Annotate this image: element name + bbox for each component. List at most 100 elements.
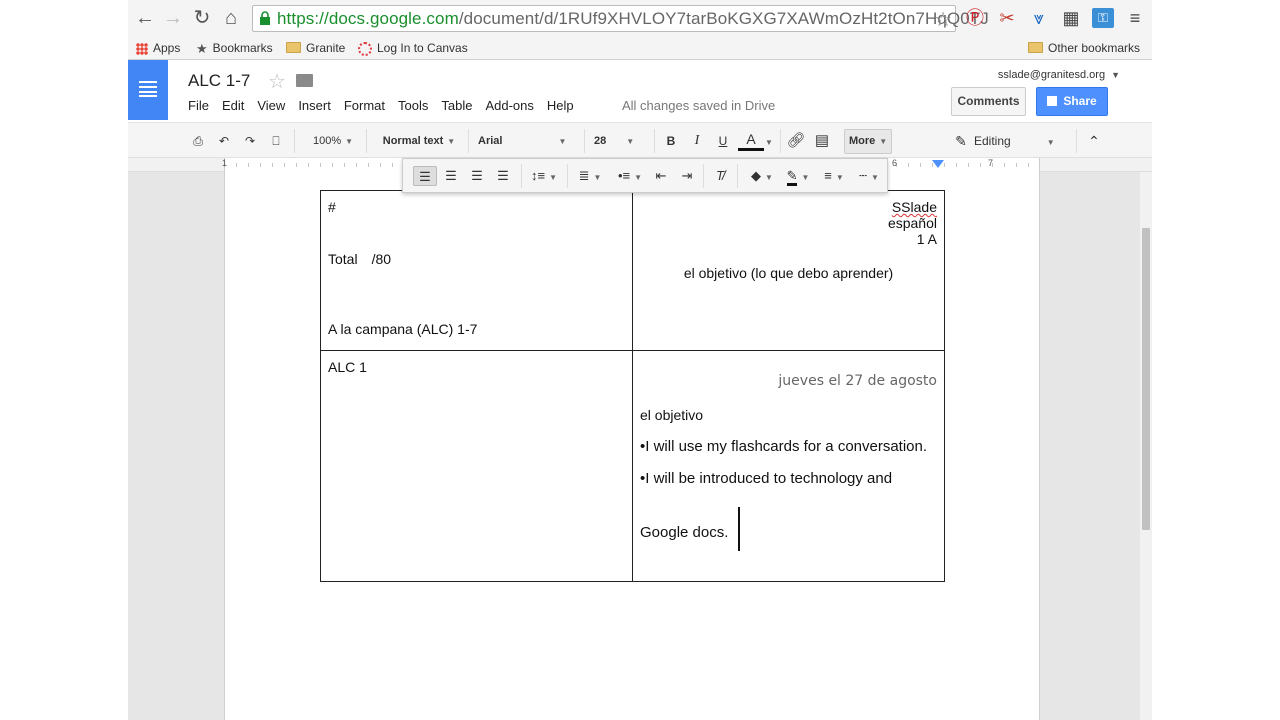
paint-format-icon[interactable]: ⎕ (266, 131, 286, 151)
bold-button[interactable]: B (662, 131, 680, 151)
other-bookmarks[interactable]: Other bookmarks (1028, 39, 1140, 57)
clear-formatting-icon[interactable]: T̸ (709, 166, 731, 186)
objective-label: el objetivo (640, 407, 704, 423)
underline-button[interactable]: U (714, 131, 732, 151)
menu-table[interactable]: Table (441, 98, 472, 113)
share-button[interactable]: Share (1036, 87, 1108, 116)
italic-button[interactable]: I (688, 131, 706, 151)
bulleted-list-icon[interactable]: •≡ ▼ (613, 166, 647, 186)
star-icon[interactable]: ☆ (268, 69, 286, 94)
menu-format[interactable]: Format (344, 98, 385, 113)
table-row: # Total/80 A la campana (ALC) 1-7 SSlade… (320, 190, 945, 351)
align-justify-icon[interactable]: ☰ (493, 166, 513, 186)
pencil-icon[interactable]: ✎ (954, 131, 968, 151)
back-arrow-icon[interactable]: ← (134, 7, 156, 29)
key-icon[interactable]: ⚿ (1092, 8, 1114, 28)
line-spacing-icon[interactable]: ↕≡ ▼ (527, 166, 561, 186)
caret-down-icon[interactable]: ▼ (764, 131, 774, 151)
toolbar-divider (468, 129, 469, 153)
border-dash-icon[interactable]: ┄ ▼ (853, 166, 885, 186)
print-icon[interactable]: ⎙ (188, 131, 208, 151)
editing-mode-select[interactable]: Editing ▼ (974, 131, 1074, 151)
folder-icon[interactable] (296, 74, 313, 87)
toolbar-divider (584, 129, 585, 153)
docs-home-logo[interactable] (128, 60, 168, 120)
forward-arrow-icon[interactable]: → (162, 7, 184, 29)
menu-file[interactable]: File (188, 98, 209, 113)
reload-icon[interactable]: ↻ (191, 7, 213, 29)
font-size-select[interactable]: 28 ▼ (594, 131, 648, 151)
bullet-2-continuation: Google docs. (640, 507, 937, 551)
more-button[interactable]: More ▼ (844, 129, 892, 154)
align-center-icon[interactable]: ☰ (441, 166, 461, 186)
url-text: https://docs.google.com/document/d/1RUf9… (277, 9, 989, 28)
vertical-scrollbar[interactable] (1140, 172, 1152, 720)
toolbar-divider (780, 129, 781, 153)
pinterest-icon[interactable]: Ⓟ (964, 8, 986, 28)
undo-icon[interactable]: ↶ (214, 131, 234, 151)
menu-insert[interactable]: Insert (298, 98, 331, 113)
bookmark-apps[interactable]: Apps (136, 39, 180, 57)
extension-y-icon[interactable]: ⩔ (1028, 8, 1050, 28)
bookmark-canvas[interactable]: Log In to Canvas (358, 39, 468, 57)
screen: ← → ↻ ⌂ https://docs.google.com/document… (0, 0, 1280, 720)
bookmark-granite[interactable]: Granite (286, 39, 345, 57)
canvas-icon (358, 41, 372, 56)
fill-color-icon[interactable]: ◆ ▼ (745, 166, 779, 186)
menu-help[interactable]: Help (547, 98, 574, 113)
menu-edit[interactable]: Edit (222, 98, 244, 113)
comments-button[interactable]: Comments (951, 87, 1026, 116)
text-color-button[interactable]: A (738, 131, 764, 151)
toolbar-divider (737, 164, 738, 188)
menu-bar: File Edit View Insert Format Tools Table… (188, 98, 587, 113)
home-icon[interactable]: ⌂ (220, 7, 242, 29)
bookmark-bookmarks[interactable]: ★ Bookmarks (196, 39, 273, 57)
toolbar-divider (521, 164, 522, 188)
table-cell[interactable]: ALC 1 (320, 350, 633, 582)
film-icon[interactable]: ▦ (1060, 8, 1082, 28)
style-select[interactable]: Normal text ▼ (374, 131, 464, 151)
redo-icon[interactable]: ↷ (240, 131, 260, 151)
menu-tools[interactable]: Tools (398, 98, 428, 113)
indent-marker-icon[interactable] (932, 160, 944, 168)
text-cursor (738, 507, 741, 551)
increase-indent-icon[interactable]: ⇥ (677, 166, 697, 186)
document-title[interactable]: ALC 1-7 (188, 71, 250, 91)
numbered-list-icon[interactable]: ≣ ▼ (573, 166, 607, 186)
zoom-select[interactable]: 100% ▼ (304, 131, 362, 151)
browser-window: ← → ↻ ⌂ https://docs.google.com/document… (128, 0, 1152, 720)
objective-header: el objetivo (lo que debo aprender) (683, 265, 894, 281)
align-left-icon[interactable]: ☰ (413, 166, 437, 186)
bookmark-star-icon[interactable]: ☆ (934, 7, 952, 32)
scissors-icon[interactable]: ✂ (996, 8, 1018, 28)
subject-text: español (887, 215, 937, 231)
caret-down-icon: ▼ (1111, 70, 1120, 80)
toolbar-divider (654, 129, 655, 153)
account-menu[interactable]: sslade@granitesd.org ▼ (998, 69, 1120, 81)
decrease-indent-icon[interactable]: ⇤ (651, 166, 671, 186)
link-icon[interactable]: 🔗︎ (786, 131, 806, 151)
table-cell[interactable]: SSlade español 1 A el objetivo (lo que d… (632, 190, 945, 351)
table-cell[interactable]: jueves el 27 de agosto el objetivo •I wi… (632, 350, 945, 582)
border-color-icon[interactable]: ✎ ▼ (781, 166, 815, 186)
menu-addons[interactable]: Add-ons (485, 98, 533, 113)
border-width-icon[interactable]: ≡ ▼ (817, 166, 851, 186)
ruler-number: 1 (222, 158, 228, 168)
collapse-icon[interactable]: ⌃ (1084, 131, 1104, 151)
class-text: 1 A (916, 231, 937, 247)
address-bar[interactable]: https://docs.google.com/document/d/1RUf9… (252, 5, 989, 32)
teacher-name: SSlade (891, 199, 937, 215)
table-cell[interactable]: # Total/80 A la campana (ALC) 1-7 (320, 190, 633, 351)
hash-text: # (328, 199, 336, 215)
chrome-menu-icon[interactable]: ≡ (1124, 8, 1146, 28)
comment-icon[interactable]: ▤ (812, 131, 832, 151)
campana-text: A la campana (ALC) 1-7 (328, 321, 478, 337)
browser-toolbar: ← → ↻ ⌂ https://docs.google.com/document… (128, 0, 1152, 36)
document-table[interactable]: # Total/80 A la campana (ALC) 1-7 SSlade… (320, 190, 945, 582)
font-select[interactable]: Arial ▼ (478, 131, 574, 151)
menu-view[interactable]: View (257, 98, 285, 113)
align-right-icon[interactable]: ☰ (467, 166, 487, 186)
docs-logo-icon (139, 81, 157, 97)
scrollbar-thumb[interactable] (1142, 228, 1150, 530)
table-row: ALC 1 jueves el 27 de agosto el objetivo… (320, 350, 945, 582)
